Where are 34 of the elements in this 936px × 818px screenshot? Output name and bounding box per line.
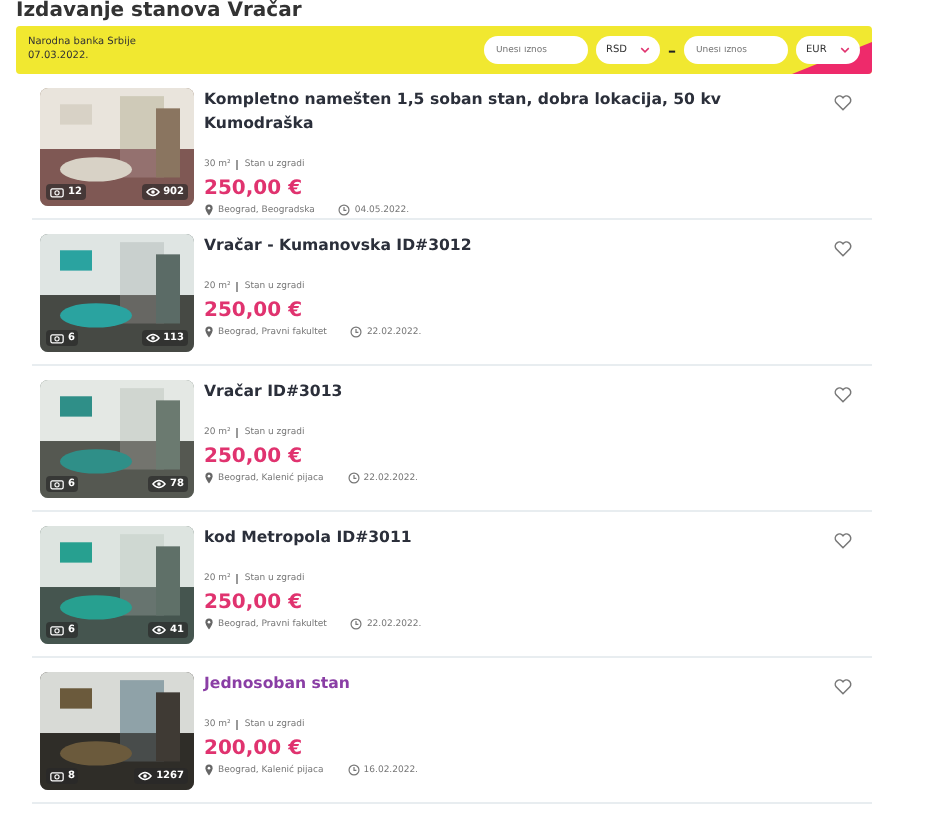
- eye-icon: [145, 186, 160, 198]
- eye-icon: [152, 624, 167, 636]
- price: 250,00 €: [204, 444, 305, 470]
- clock-icon: [347, 764, 360, 776]
- clock-icon: [338, 204, 351, 216]
- chevron-icon: [840, 46, 850, 54]
- camera-icon: [50, 624, 64, 636]
- price: 250,00 €: [204, 590, 305, 616]
- camera-icon: [50, 332, 64, 344]
- price: 250,00 €: [204, 176, 305, 202]
- camera-icon: [50, 186, 64, 198]
- range-separator: –: [668, 41, 676, 59]
- favorite-heart-icon[interactable]: [834, 240, 852, 258]
- clock-icon: [350, 326, 363, 338]
- camera-icon: [50, 770, 64, 782]
- clock-icon: [347, 472, 360, 484]
- price: 200,00 €: [204, 736, 305, 762]
- chevron-icon: [640, 46, 650, 54]
- location-pin-icon: [204, 472, 214, 484]
- favorite-heart-icon[interactable]: [834, 532, 852, 550]
- location-pin-icon: [204, 618, 214, 630]
- favorite-heart-icon[interactable]: [834, 678, 852, 696]
- clock-icon: [350, 618, 363, 630]
- location-pin-icon: [204, 764, 214, 776]
- page-title: Izdavanje stanova Vračar: [16, 0, 304, 24]
- camera-icon: [50, 478, 64, 490]
- eye-icon: [138, 770, 153, 782]
- location-pin-icon: [204, 204, 214, 216]
- eye-icon: [152, 478, 167, 490]
- favorite-heart-icon[interactable]: [834, 94, 852, 112]
- eye-icon: [145, 332, 160, 344]
- location-pin-icon: [204, 326, 214, 338]
- price: 250,00 €: [204, 298, 305, 324]
- favorite-heart-icon[interactable]: [834, 386, 852, 404]
